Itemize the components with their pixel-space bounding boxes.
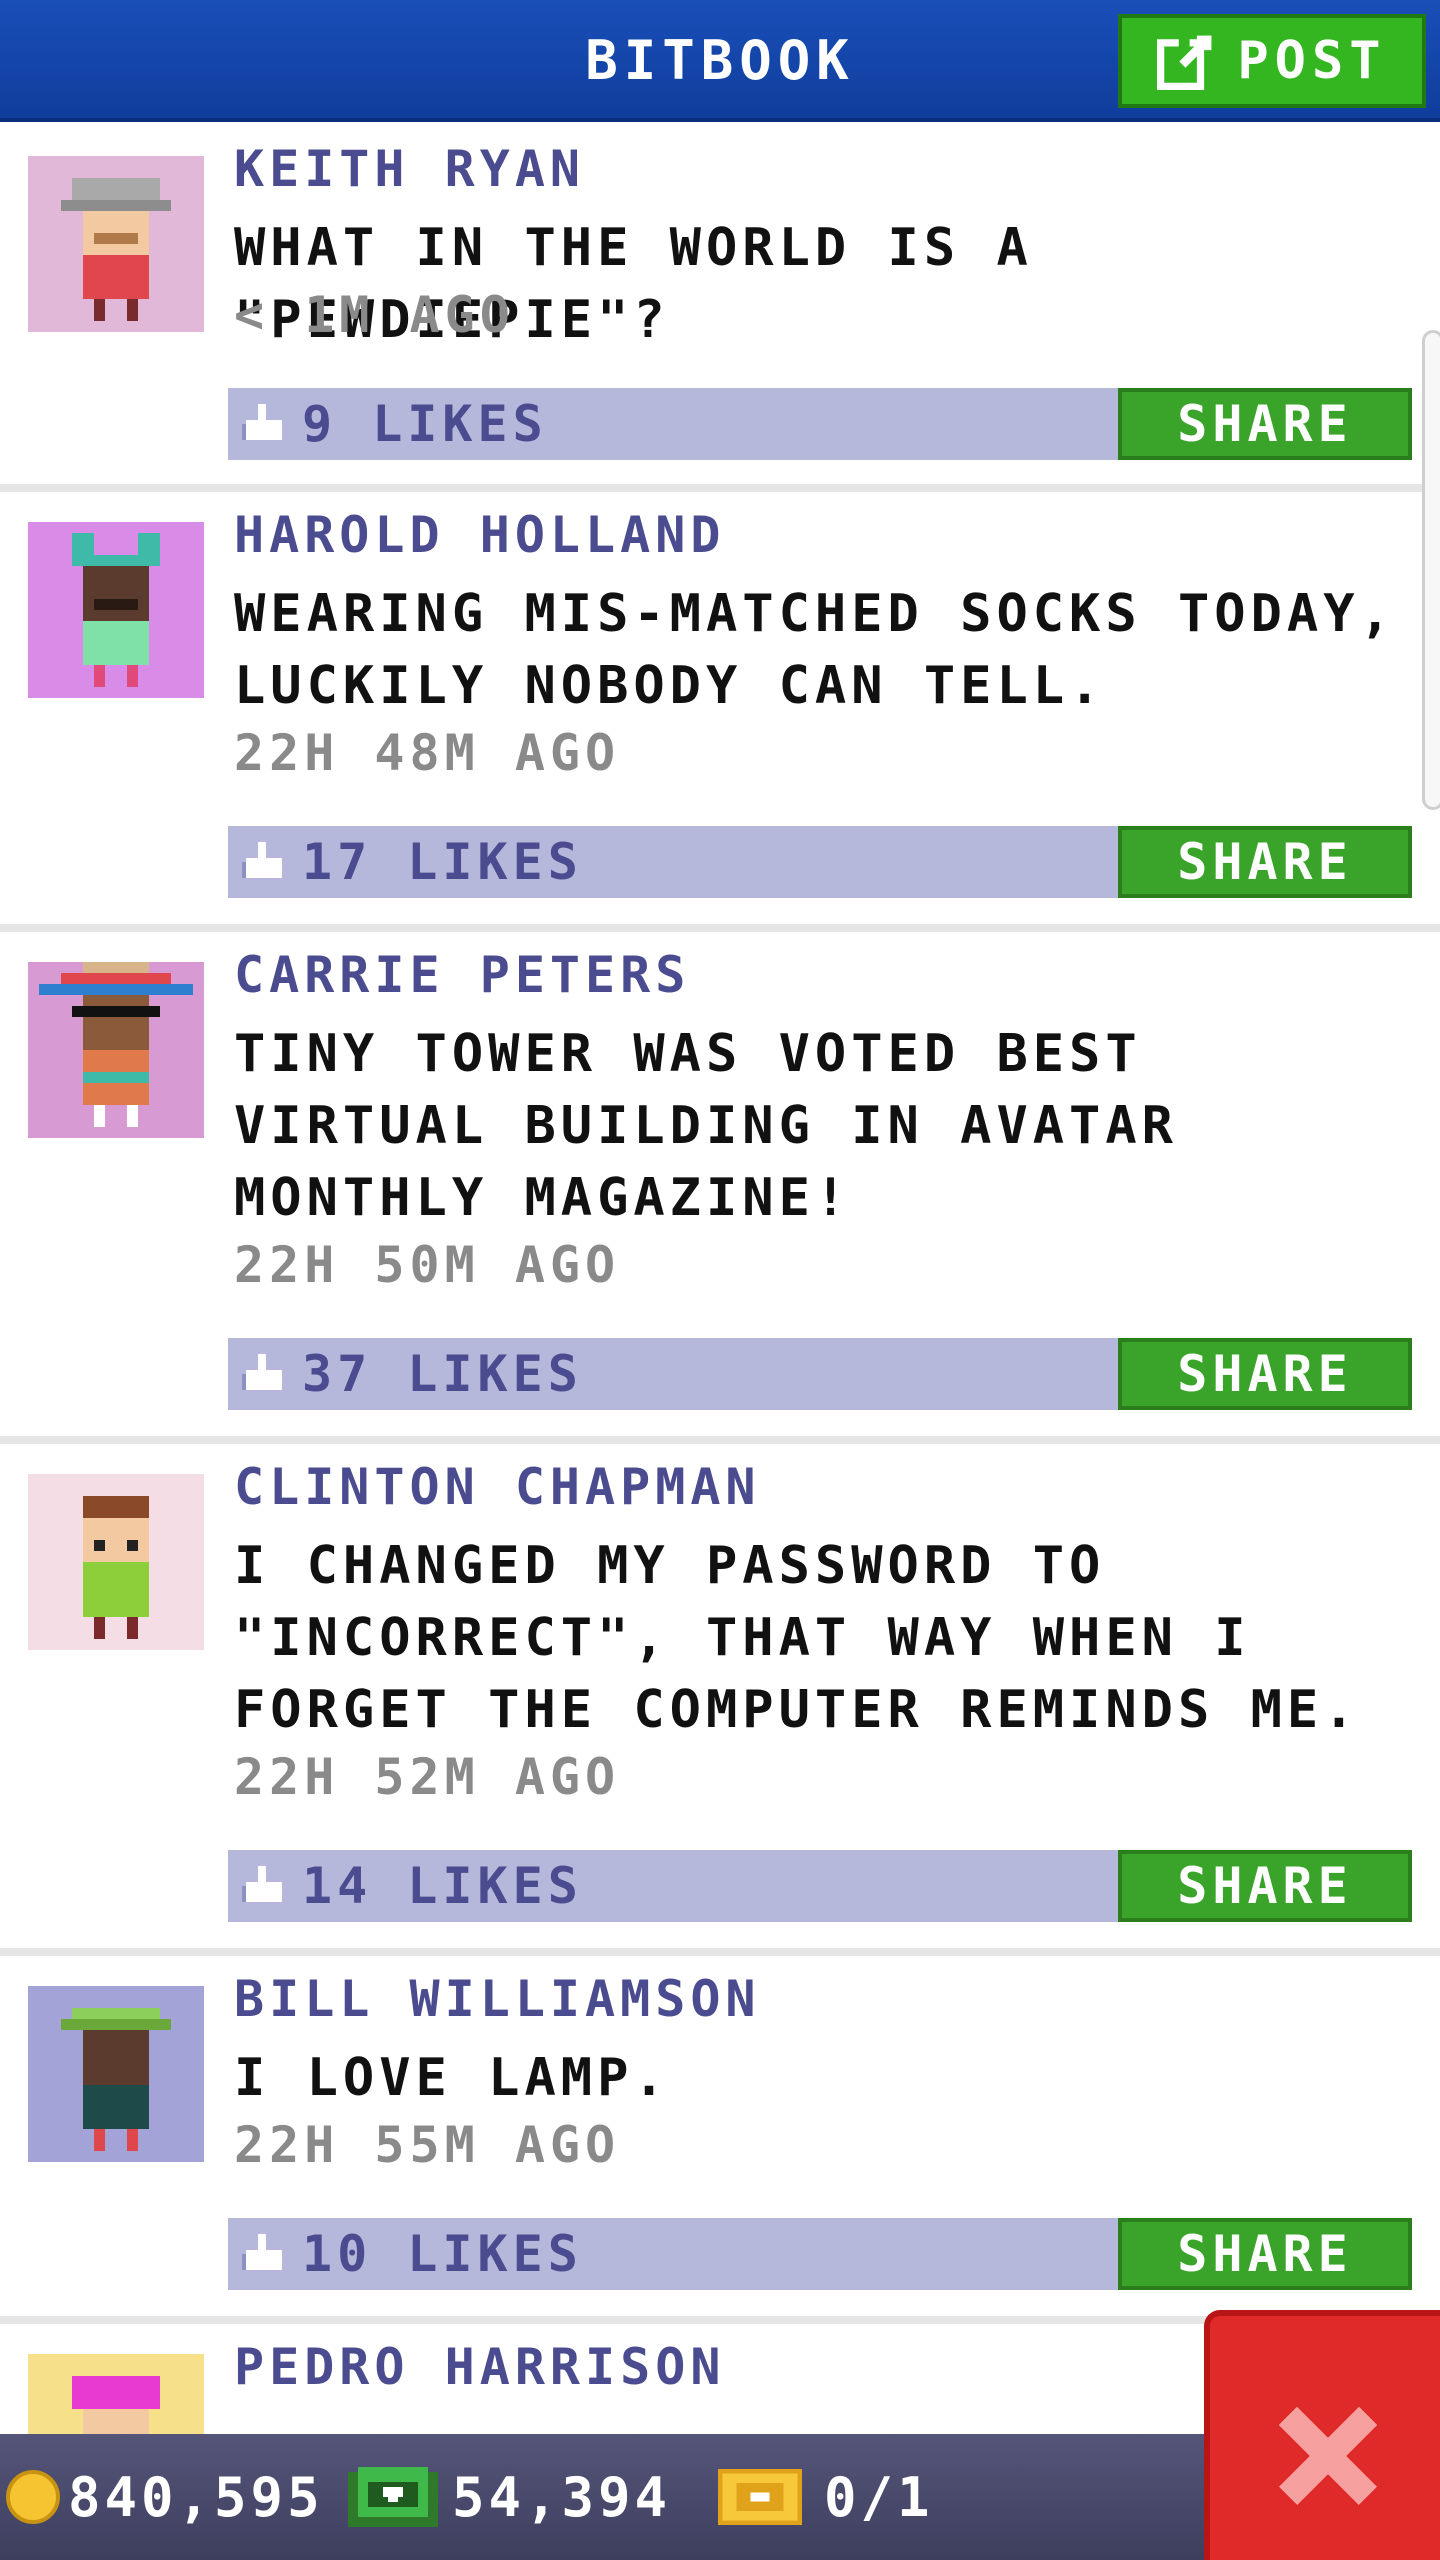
likes-count: 10 LIKES (302, 2225, 583, 2283)
compose-icon (1157, 35, 1212, 90)
author-name: HAROLD HOLLAND (234, 506, 726, 564)
share-button[interactable]: SHARE (1118, 1338, 1412, 1410)
scrollbar-handle[interactable] (1422, 330, 1440, 810)
coin-icon (6, 2470, 60, 2524)
author-name: KEITH RYAN (234, 140, 586, 198)
close-button[interactable] (1204, 2310, 1440, 2560)
author-name: PEDRO HARRISON (234, 2338, 726, 2396)
post-time: 22H 48M AGO (234, 724, 621, 782)
thumbs-up-icon (242, 404, 282, 440)
post-time: 22H 55M AGO (234, 2116, 621, 2174)
post-message: I CHANGED MY PASSWORD TO "INCORRECT", TH… (234, 1536, 1360, 1740)
coins-stat: 840,595 (6, 2434, 324, 2560)
likes-bar: 17 LIKES SHARE (228, 826, 1412, 898)
coins-value: 840,595 (68, 2465, 324, 2529)
cash-icon (348, 2467, 438, 2527)
feed-post: HAROLD HOLLAND WEARING MIS-MATCHED SOCKS… (0, 492, 1440, 932)
post-button[interactable]: POST (1118, 14, 1426, 108)
likes-bar: 37 LIKES SHARE (228, 1338, 1412, 1410)
bux-stat: 54,394 (348, 2434, 671, 2560)
post-message: TINY TOWER WAS VOTED BEST VIRTUAL BUILDI… (234, 1024, 1178, 1228)
share-button[interactable]: SHARE (1118, 388, 1412, 460)
header-bar: BITBOOK POST (0, 0, 1440, 122)
post-time: < 1M AGO (234, 286, 515, 344)
feed-post: KEITH RYAN WHAT IN THE WORLD IS A "PEWDI… (0, 126, 1440, 492)
author-name: CARRIE PETERS (234, 946, 691, 1004)
thumbs-up-icon (242, 1354, 282, 1390)
avatar (28, 522, 204, 698)
likes-count: 9 LIKES (302, 395, 548, 453)
author-name: CLINTON CHAPMAN (234, 1458, 761, 1516)
thumbs-up-icon (242, 1866, 282, 1902)
post-message: WEARING MIS-MATCHED SOCKS TODAY, LUCKILY… (234, 584, 1396, 716)
likes-bar: 9 LIKES SHARE (228, 388, 1412, 460)
share-button[interactable]: SHARE (1118, 2218, 1412, 2290)
ticket-icon (718, 2469, 802, 2525)
author-name: BILL WILLIAMSON (234, 1970, 761, 2028)
thumbs-up-icon (242, 842, 282, 878)
post-time: 22H 50M AGO (234, 1236, 621, 1294)
post-message: I LOVE LAMP. (234, 2048, 670, 2108)
tickets-stat: 0/1 (716, 2434, 934, 2560)
post-feed: KEITH RYAN WHAT IN THE WORLD IS A "PEWDI… (0, 126, 1440, 2530)
share-button[interactable]: SHARE (1118, 826, 1412, 898)
avatar (28, 1986, 204, 2162)
likes-count: 17 LIKES (302, 833, 583, 891)
post-time: 22H 52M AGO (234, 1748, 621, 1806)
avatar (28, 962, 204, 1138)
close-icon (1278, 2406, 1378, 2506)
bux-value: 54,394 (452, 2465, 672, 2529)
post-button-label: POST (1237, 31, 1387, 91)
feed-post: CLINTON CHAPMAN I CHANGED MY PASSWORD TO… (0, 1444, 1440, 1956)
avatar (28, 156, 204, 332)
feed-post: CARRIE PETERS TINY TOWER WAS VOTED BEST … (0, 932, 1440, 1444)
avatar (28, 1474, 204, 1650)
likes-count: 37 LIKES (302, 1345, 583, 1403)
share-button[interactable]: SHARE (1118, 1850, 1412, 1922)
likes-bar: 10 LIKES SHARE (228, 2218, 1412, 2290)
thumbs-up-icon (242, 2234, 282, 2270)
tickets-value: 0/1 (824, 2465, 934, 2529)
likes-bar: 14 LIKES SHARE (228, 1850, 1412, 1922)
feed-post: BILL WILLIAMSON I LOVE LAMP. 22H 55M AGO… (0, 1956, 1440, 2324)
likes-count: 14 LIKES (302, 1857, 583, 1915)
